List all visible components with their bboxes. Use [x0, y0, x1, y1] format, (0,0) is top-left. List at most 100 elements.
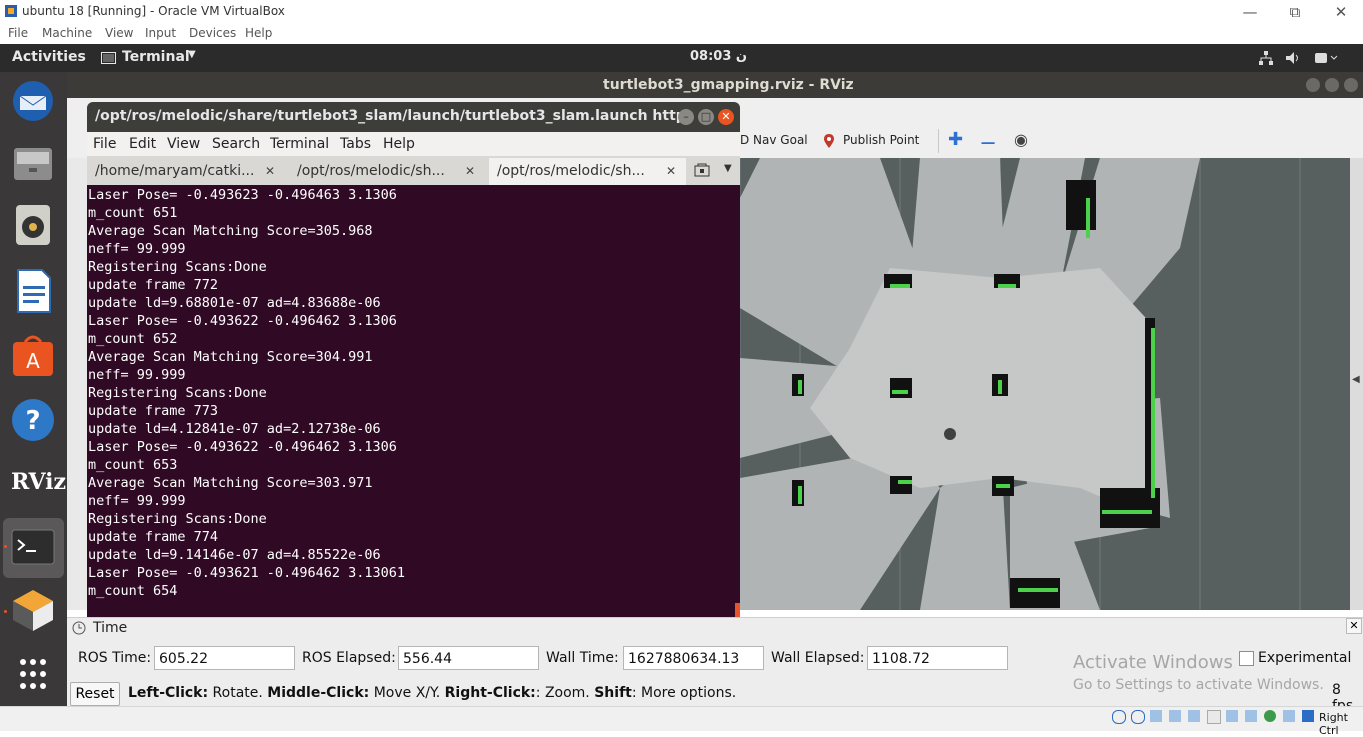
- term-menu-help[interactable]: Help: [383, 136, 415, 152]
- app-grid-icon[interactable]: [8, 650, 58, 700]
- rviz-window-title: turtlebot3_gmapping.rviz - RViz: [603, 77, 854, 93]
- vb-menu-help[interactable]: Help: [245, 26, 272, 40]
- wall-time-field[interactable]: 1627880634.13: [623, 646, 764, 670]
- terminal-close-button[interactable]: ✕: [718, 109, 734, 125]
- tab-close-icon[interactable]: ✕: [265, 164, 275, 178]
- mouse-hint-text: Left-Click: Rotate. Middle-Click: Move X…: [128, 685, 737, 701]
- term-menu-search[interactable]: Search: [212, 136, 260, 152]
- ros-time-field[interactable]: 605.22: [154, 646, 295, 670]
- terminal-maximize-button[interactable]: □: [698, 109, 714, 125]
- tabs-dropdown-icon[interactable]: ▼: [724, 163, 732, 174]
- display-icon[interactable]: [1207, 710, 1221, 724]
- vb-menu-input[interactable]: Input: [145, 26, 176, 40]
- virtualization-icon[interactable]: [1245, 710, 1257, 722]
- vb-menu-devices[interactable]: Devices: [189, 26, 236, 40]
- guest-additions-icon[interactable]: [1264, 710, 1276, 722]
- tab-label: /opt/ros/melodic/sh...: [297, 163, 445, 179]
- files-icon[interactable]: [8, 138, 58, 188]
- host-key-label: Right Ctrl: [1319, 711, 1348, 737]
- rviz-maximize-button[interactable]: [1325, 78, 1339, 92]
- term-menu-edit[interactable]: Edit: [129, 136, 156, 152]
- help-icon[interactable]: ?: [8, 395, 58, 445]
- terminal-line: Laser Pose= -0.493622 -0.496462 3.1306: [88, 313, 397, 329]
- libreoffice-writer-icon[interactable]: [8, 266, 58, 316]
- nav-goal-tool[interactable]: D Nav Goal: [740, 133, 808, 147]
- activities-button[interactable]: Activities: [12, 49, 86, 65]
- terminal-line: Registering Scans:Done: [88, 259, 267, 275]
- terminal-line: neff= 99.999: [88, 241, 186, 257]
- usb-icon[interactable]: [1169, 710, 1181, 722]
- minimize-button[interactable]: —: [1230, 2, 1270, 22]
- terminal-tab-2[interactable]: /opt/ros/melodic/sh...: [289, 158, 487, 185]
- virtualbox-window-title: ubuntu 18 [Running] - Oracle VM VirtualB…: [22, 4, 285, 18]
- close-button[interactable]: ✕: [1321, 2, 1361, 22]
- network-adapter-icon[interactable]: [1150, 710, 1162, 722]
- terminal-tab-1[interactable]: /home/maryam/catki...: [87, 158, 285, 185]
- volume-icon[interactable]: [1285, 50, 1301, 66]
- wall-elapsed-field[interactable]: 1108.72: [867, 646, 1008, 670]
- terminal-line: neff= 99.999: [88, 493, 186, 509]
- terminal-minimize-button[interactable]: –: [678, 109, 694, 125]
- tab-close-icon[interactable]: ✕: [666, 164, 676, 178]
- new-tab-icon[interactable]: [694, 163, 710, 177]
- terminal-line: update ld=9.14146e-07 ad=4.85522e-06: [88, 547, 381, 563]
- ros-elapsed-label: ROS Elapsed:: [302, 650, 396, 666]
- svg-text:A: A: [26, 349, 40, 373]
- experimental-checkbox[interactable]: [1239, 651, 1254, 666]
- time-panel-title: Time: [93, 620, 128, 636]
- eye-icon[interactable]: ◉: [1014, 130, 1028, 149]
- activate-windows-title: Activate Windows: [1073, 652, 1233, 673]
- tab-close-icon[interactable]: ✕: [465, 164, 475, 178]
- clock[interactable]: ن 08:03: [690, 49, 747, 64]
- terminal-line: Laser Pose= -0.493623 -0.496463 3.1306: [88, 187, 397, 203]
- panel-close-icon[interactable]: ✕: [1346, 618, 1362, 634]
- mouse-integration-icon[interactable]: [1283, 710, 1295, 722]
- vb-menu-file[interactable]: File: [8, 26, 28, 40]
- map-view[interactable]: [740, 158, 1350, 610]
- terminal-tab-3-active[interactable]: /opt/ros/melodic/sh...: [489, 158, 686, 185]
- gnome-top-bar: [0, 44, 1363, 72]
- restore-button[interactable]: ⧉: [1275, 2, 1315, 22]
- term-menu-terminal[interactable]: Terminal: [270, 136, 329, 152]
- network-icon[interactable]: [1258, 50, 1274, 66]
- power-menu-icon[interactable]: [1314, 50, 1340, 66]
- terminal-icon[interactable]: [3, 518, 64, 578]
- running-indicator: [4, 545, 7, 548]
- scrollbar-marker: [735, 603, 740, 617]
- optical-drive-icon[interactable]: [1112, 710, 1126, 724]
- terminal-line: update ld=9.68801e-07 ad=4.83688e-06: [88, 295, 381, 311]
- rhythmbox-icon[interactable]: [8, 200, 58, 250]
- audio-icon[interactable]: [1131, 710, 1145, 724]
- ros-elapsed-field[interactable]: 556.44: [398, 646, 539, 670]
- robot-marker: [944, 428, 956, 440]
- video-capture-icon[interactable]: [1226, 710, 1238, 722]
- tab-label: /opt/ros/melodic/sh...: [497, 163, 645, 179]
- svg-text:?: ?: [25, 406, 40, 436]
- term-menu-view[interactable]: View: [167, 136, 200, 152]
- chevron-down-icon: ▼: [188, 49, 196, 60]
- terminal-line: update frame 773: [88, 403, 219, 419]
- shared-folders-icon[interactable]: [1188, 710, 1200, 722]
- term-menu-file[interactable]: File: [93, 136, 116, 152]
- rviz-icon[interactable]: RViz: [8, 457, 66, 507]
- keyboard-capture-icon[interactable]: [1302, 710, 1314, 722]
- wall-time-label: Wall Time:: [546, 650, 619, 666]
- rviz-close-button[interactable]: [1344, 78, 1358, 92]
- vb-menu-machine[interactable]: Machine: [42, 26, 92, 40]
- reset-button[interactable]: Reset: [70, 682, 120, 706]
- clock-icon: [72, 621, 86, 635]
- software-center-icon[interactable]: A: [8, 330, 58, 380]
- ros-time-label: ROS Time:: [78, 650, 152, 666]
- vb-menu-view[interactable]: View: [105, 26, 133, 40]
- occupancy-map: [740, 158, 1301, 610]
- term-menu-tabs[interactable]: Tabs: [340, 136, 371, 152]
- publish-point-tool[interactable]: Publish Point: [823, 131, 935, 151]
- rviz-minimize-button[interactable]: [1306, 78, 1320, 92]
- remove-tool-icon[interactable]: ⚊: [980, 128, 996, 149]
- thunderbird-icon[interactable]: [8, 76, 58, 126]
- virtualbox-icon[interactable]: [8, 585, 58, 635]
- add-tool-icon[interactable]: ✚: [948, 129, 963, 150]
- terminal-line: m_count 653: [88, 457, 178, 473]
- right-panel-toggle[interactable]: ◀: [1350, 158, 1363, 610]
- app-menu-label: Terminal: [122, 49, 190, 65]
